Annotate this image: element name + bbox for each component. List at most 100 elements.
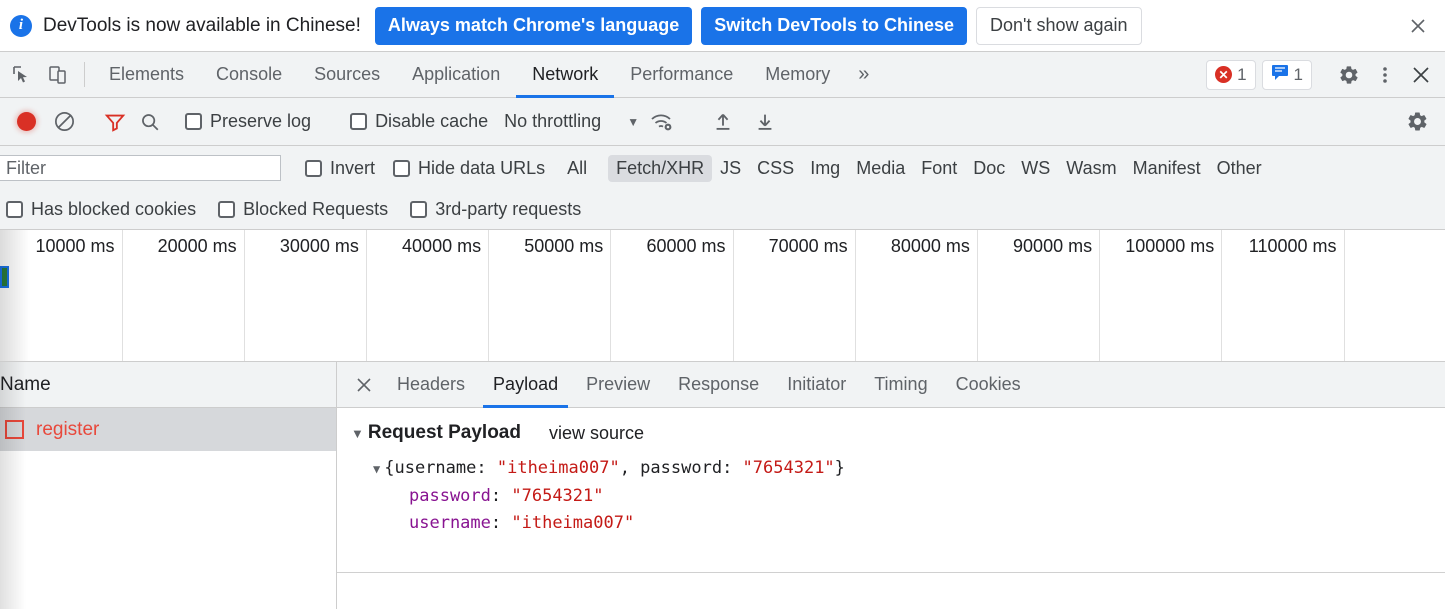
wifi-settings-icon[interactable]: [639, 111, 685, 133]
blocked-requests-label: Blocked Requests: [243, 199, 389, 219]
timeline-tick-label: 20000 ms: [157, 236, 237, 256]
filter-type-all[interactable]: All: [559, 155, 595, 182]
filter-type-manifest[interactable]: Manifest: [1125, 155, 1209, 182]
payload-object-summary[interactable]: ▼ { username : "itheima007" , password :…: [373, 458, 1445, 478]
filter-type-other[interactable]: Other: [1209, 155, 1270, 182]
timeline-gridline: [243, 230, 245, 361]
filter-type-doc[interactable]: Doc: [965, 155, 1013, 182]
preserve-log-checkbox[interactable]: Preserve log: [185, 111, 311, 132]
summary-sep: :: [476, 458, 497, 478]
filter-type-img[interactable]: Img: [802, 155, 848, 182]
tab-label: Initiator: [787, 374, 847, 394]
timeline-tick-label: 50000 ms: [524, 236, 604, 256]
search-icon[interactable]: [132, 111, 168, 133]
payload-property-password[interactable]: password: "7654321": [409, 486, 1445, 506]
close-devtools-icon[interactable]: [1403, 64, 1439, 86]
overview-edge-shadow: [0, 230, 30, 361]
tab-network[interactable]: Network: [516, 52, 615, 98]
tab-initiator[interactable]: Initiator: [773, 362, 860, 407]
more-vertical-icon[interactable]: [1367, 65, 1403, 85]
tab-label: Cookies: [955, 374, 1021, 394]
throttling-select[interactable]: No throttling ▼: [504, 111, 639, 132]
blocked-requests-checkbox[interactable]: Blocked Requests: [218, 199, 388, 220]
tab-headers[interactable]: Headers: [383, 362, 479, 407]
filter-type-fetch-xhr[interactable]: Fetch/XHR: [608, 154, 713, 182]
tab-label: Application: [412, 64, 501, 84]
filter-type-font[interactable]: Font: [913, 155, 965, 182]
divider: [337, 572, 1445, 573]
error-count-badge[interactable]: ✕ 1: [1206, 59, 1256, 90]
tab-payload[interactable]: Payload: [479, 362, 572, 408]
property-value: "itheima007": [511, 513, 635, 533]
third-party-requests-checkbox[interactable]: 3rd-party requests: [410, 199, 581, 220]
table-row[interactable]: register: [0, 408, 336, 451]
request-payload-section-header: ▼ Request Payload view source: [351, 422, 1445, 444]
disable-cache-checkbox[interactable]: Disable cache: [350, 111, 488, 132]
timeline-gridline: [488, 230, 490, 361]
tab-sources[interactable]: Sources: [298, 52, 396, 97]
close-icon[interactable]: [345, 362, 383, 407]
message-count-badge[interactable]: 1: [1261, 59, 1312, 90]
tab-label: Timing: [874, 374, 928, 394]
import-har-icon[interactable]: [702, 111, 744, 133]
payload-property-username[interactable]: username: "itheima007": [409, 513, 1445, 533]
network-settings-gear-icon[interactable]: [1397, 110, 1437, 133]
network-options-row: Has blocked cookies Blocked Requests 3rd…: [0, 190, 1445, 230]
request-detail-tabstrip: Headers Payload Preview Response Initiat…: [337, 362, 1445, 408]
checkbox-box: [6, 201, 23, 218]
view-source-link[interactable]: view source: [549, 423, 644, 444]
filter-type-css[interactable]: CSS: [749, 155, 802, 182]
timeline-gridline: [854, 230, 856, 361]
dont-show-again-button[interactable]: Don't show again: [975, 6, 1142, 45]
disclosure-triangle-icon[interactable]: ▼: [351, 426, 364, 441]
throttling-value: No throttling: [504, 111, 602, 131]
timeline-tick-label: 60000 ms: [646, 236, 726, 256]
tab-timing[interactable]: Timing: [860, 362, 941, 407]
hide-data-urls-checkbox[interactable]: Hide data URLs: [393, 158, 545, 179]
always-match-chrome-language-button[interactable]: Always match Chrome's language: [374, 6, 693, 45]
timeline-gridline: [976, 230, 978, 361]
tab-application[interactable]: Application: [396, 52, 516, 97]
request-payload-title-group[interactable]: ▼ Request Payload: [351, 422, 521, 444]
tab-label: Memory: [765, 64, 831, 84]
export-har-icon[interactable]: [744, 111, 786, 133]
tab-elements[interactable]: Elements: [93, 52, 200, 97]
inspect-element-icon[interactable]: [4, 52, 40, 97]
has-blocked-cookies-checkbox[interactable]: Has blocked cookies: [6, 199, 196, 220]
request-name: register: [36, 418, 100, 440]
filter-funnel-icon[interactable]: [98, 111, 132, 133]
filter-type-wasm[interactable]: Wasm: [1058, 155, 1124, 182]
filter-type-ws[interactable]: WS: [1013, 155, 1058, 182]
switch-devtools-to-chinese-button[interactable]: Switch DevTools to Chinese: [701, 6, 967, 45]
third-party-requests-label: 3rd-party requests: [435, 199, 582, 219]
filter-type-js[interactable]: JS: [712, 155, 749, 182]
more-tabs-icon[interactable]: »: [846, 52, 881, 97]
close-icon[interactable]: [1405, 13, 1431, 39]
tab-response[interactable]: Response: [664, 362, 773, 407]
tabstrip-right-controls: ✕ 1 1: [1206, 52, 1445, 97]
brace-open: {: [384, 458, 395, 478]
tab-console[interactable]: Console: [200, 52, 298, 97]
invert-checkbox[interactable]: Invert: [305, 158, 375, 179]
tab-cookies[interactable]: Cookies: [942, 362, 1035, 407]
tab-preview[interactable]: Preview: [572, 362, 664, 407]
summary-sep: :: [722, 458, 743, 478]
device-toolbar-icon[interactable]: [40, 52, 76, 97]
tab-memory[interactable]: Memory: [749, 52, 846, 97]
filter-type-media[interactable]: Media: [848, 155, 913, 182]
info-icon: i: [10, 14, 32, 37]
gear-icon[interactable]: [1331, 64, 1367, 86]
network-overview-timeline[interactable]: 10000 ms 20000 ms 30000 ms 40000 ms 50000 ms…: [0, 230, 1445, 362]
tab-performance[interactable]: Performance: [614, 52, 749, 97]
section-title: Request Payload: [367, 422, 521, 443]
error-count: 1: [1237, 64, 1247, 84]
clear-network-icon[interactable]: [47, 110, 81, 133]
divider: [84, 62, 85, 87]
record-stop-icon[interactable]: [17, 112, 36, 131]
checkbox-box: [185, 113, 202, 130]
tab-label: Performance: [630, 64, 734, 84]
filter-input[interactable]: [0, 155, 281, 181]
disclosure-triangle-icon[interactable]: ▼: [373, 462, 380, 476]
timeline-gridline: [610, 230, 612, 361]
timeline-tick-label: 70000 ms: [768, 236, 848, 256]
